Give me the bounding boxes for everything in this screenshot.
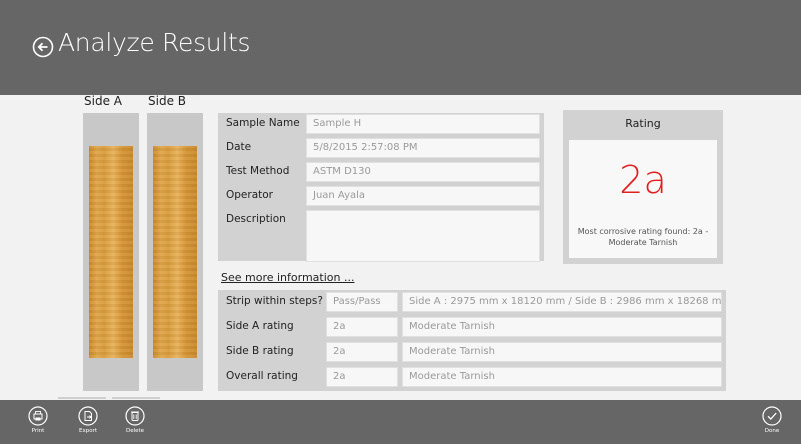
result-row: Side B rating 2a Moderate Tarnish [218,340,726,364]
side-b-strip-panel [147,113,203,391]
result-label: Overall rating [226,370,298,382]
test-method-row: Test Method ASTM D130 [218,161,544,183]
side-a-strip-image [89,146,133,358]
sample-name-row: Sample Name Sample H [218,113,544,135]
app-bar: Print Export Delete Done [0,400,801,444]
result-row: Side A rating 2a Moderate Tarnish [218,315,726,339]
side-a-label: Side A [84,94,122,108]
rating-header: Rating [625,117,661,130]
trash-icon [125,406,145,426]
result-value: 2a [326,342,398,362]
result-row: Overall rating 2a Moderate Tarnish [218,365,726,389]
result-label: Side B rating [226,345,294,357]
export-icon [78,406,98,426]
done-button[interactable]: Done [752,406,792,434]
result-label: Side A rating [226,320,294,332]
results-panel: Strip within steps? Pass/Pass Side A : 2… [218,290,726,391]
result-value: 2a [326,367,398,387]
result-label: Strip within steps? [226,295,323,307]
operator-label: Operator [226,189,273,201]
page-title: Analyze Results [58,28,251,57]
side-b-label: Side B [148,94,186,108]
done-label: Done [764,428,780,434]
rating-display: 2a Most corrosive rating found: 2a - Mod… [569,140,717,258]
result-detail: Moderate Tarnish [402,317,722,337]
scroll-indicator-b[interactable] [112,397,160,399]
back-arrow-icon[interactable] [32,36,54,58]
rating-value: 2a [619,158,667,202]
print-label: Print [31,428,45,434]
export-button[interactable]: Export [68,406,108,434]
result-value: 2a [326,317,398,337]
date-label: Date [226,141,252,153]
description-field[interactable] [306,210,540,262]
side-b-strip-image [153,146,197,358]
operator-field[interactable]: Juan Ayala [306,186,540,206]
operator-row: Operator Juan Ayala [218,185,544,207]
checkmark-icon [762,406,782,426]
delete-label: Delete [125,428,145,434]
sample-info-panel: Sample Name Sample H Date 5/8/2015 2:57:… [218,113,544,262]
sample-name-field[interactable]: Sample H [306,114,540,134]
rating-panel: Rating 2a Most corrosive rating found: 2… [563,110,723,264]
date-row: Date 5/8/2015 2:57:08 PM [218,137,544,159]
test-method-field[interactable]: ASTM D130 [306,162,540,182]
header-bar: Analyze Results [0,0,801,95]
print-button[interactable]: Print [18,406,58,434]
description-row: Description [218,209,544,262]
result-value: Pass/Pass [326,292,398,312]
delete-button[interactable]: Delete [115,406,155,434]
result-row: Strip within steps? Pass/Pass Side A : 2… [218,290,726,314]
description-label: Description [226,213,286,225]
result-detail: Side A : 2975 mm x 18120 mm / Side B : 2… [402,292,722,312]
rating-note: Most corrosive rating found: 2a - Modera… [577,227,709,247]
see-more-link[interactable]: See more information ... [221,271,354,284]
sample-name-label: Sample Name [226,117,300,129]
result-detail: Moderate Tarnish [402,342,722,362]
date-field[interactable]: 5/8/2015 2:57:08 PM [306,138,540,158]
scroll-indicator-a[interactable] [58,397,106,399]
export-label: Export [78,428,97,434]
result-detail: Moderate Tarnish [402,367,722,387]
test-method-label: Test Method [226,165,290,177]
print-icon [28,406,48,426]
side-a-strip-panel [83,113,139,391]
